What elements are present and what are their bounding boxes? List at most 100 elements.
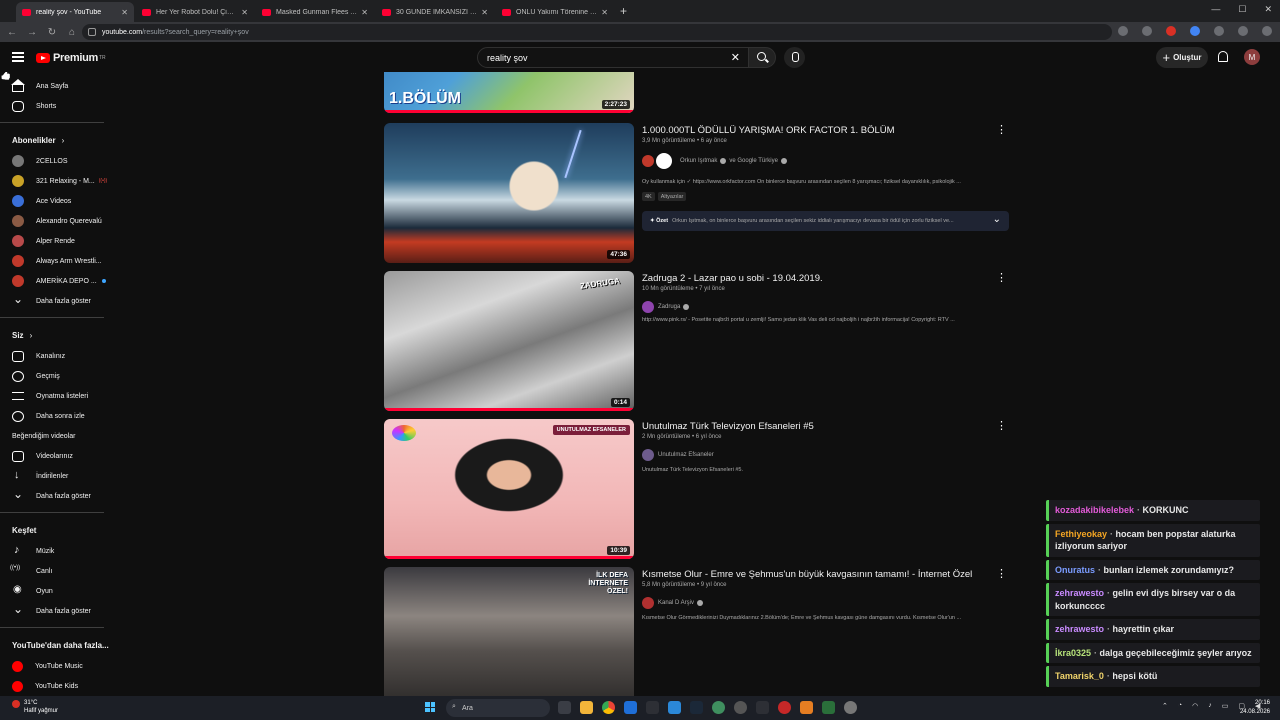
wifi-icon[interactable]: ◠ [1192,702,1198,710]
video-result[interactable]: UNUTULMAZ EFSANELER 10:39 Unutulmaz Türk… [384,419,1014,559]
channel-avatar[interactable] [642,301,654,313]
maximize-icon[interactable]: ☐ [1238,4,1246,15]
video-result[interactable]: 1.BÖLÜM 2:27:23 [384,72,1014,113]
video-title[interactable]: Unutulmaz Türk Televizyon Efsaneleri #5 [642,421,992,432]
speaker-icon[interactable]: ♪ [1208,702,1212,710]
sidebar-item-show-more[interactable]: Daha fazla göster [0,601,116,621]
browser-tab[interactable]: Masked Gunman Flees After B... ✕ [256,2,374,22]
close-tab-icon[interactable]: ✕ [481,8,488,17]
task-view-icon[interactable] [558,701,571,714]
app-icon[interactable] [822,701,835,714]
bookmark-star-icon[interactable] [1142,26,1152,36]
chevron-up-icon[interactable]: ⌃ [1162,702,1168,710]
video-result[interactable]: ZADRUGA 0:14 Zadruga 2 - Lazar pao u sob… [384,271,1014,411]
browser-tab[interactable]: Her Yer Robot Dolu! Çin'de Bir... ✕ [136,2,254,22]
channel-name[interactable]: Orkun Işıtmak [680,158,717,164]
edge-icon[interactable] [624,701,637,714]
sidebar-item-liked-videos[interactable]: Beğendiğim videolar [0,426,116,446]
site-info-icon[interactable] [88,28,96,36]
video-result[interactable]: İLK DEFA İNTERNETE ÖZEL! Kısmetse Olur -… [384,567,1014,696]
sidebar-item-show-more[interactable]: Daha fazla göster [0,486,116,506]
browser-tab[interactable]: reality şov - YouTube ✕ [16,2,134,22]
channel-name[interactable]: Unutulmaz Efsaneler [658,452,714,458]
sidebar-item-watch-later[interactable]: Daha sonra izle [0,406,116,426]
sidebar-item-subscription[interactable]: Always Arm Wrestli... [0,251,116,271]
extensions-puzzle-icon[interactable] [1214,26,1224,36]
video-thumbnail[interactable]: ZADRUGA 0:14 [384,271,634,411]
extension-icon[interactable] [1166,26,1176,36]
close-window-icon[interactable]: ✕ [1264,4,1272,15]
browser-tab[interactable]: ÖNLÜ Yakımı Törenine Katıldım ✕ [496,2,614,22]
channel-avatar[interactable] [642,597,654,609]
video-title[interactable]: Kısmetse Olur - Emre ve Şehmus'un büyük … [642,569,992,580]
video-thumbnail[interactable]: UNUTULMAZ EFSANELER 10:39 [384,419,634,559]
sidebar-item-downloads[interactable]: İndirilenler [0,466,116,486]
channel-name[interactable]: Kanal D Arşiv [658,600,694,606]
app-icon[interactable] [756,701,769,714]
more-actions-icon[interactable]: ⋮ [996,419,1007,432]
video-thumbnail[interactable]: İLK DEFA İNTERNETE ÖZEL! [384,567,634,696]
you-heading[interactable]: Siz › [0,324,116,346]
chevron-down-icon[interactable]: ⌄ [993,214,1001,225]
weather-widget[interactable]: 31°C Hafif yağmur [12,699,58,715]
sidebar-item-your-channel[interactable]: Kanalınız [0,346,116,366]
settings-gear-icon[interactable] [844,701,857,714]
channel-row[interactable]: Kanal D Arşiv [642,597,706,609]
video-title[interactable]: 1.000.000TL ÖDÜLLÜ YARIŞMA! ORK FACTOR 1… [642,125,992,136]
browser-menu-icon[interactable] [1262,26,1272,36]
close-tab-icon[interactable]: ✕ [601,8,608,17]
clear-search-icon[interactable]: ✕ [731,51,740,64]
search-input[interactable]: reality şov ✕ [477,47,749,68]
voice-search-icon[interactable] [784,47,805,68]
reload-icon[interactable]: ↻ [44,27,60,38]
channel-avatar[interactable] [642,449,654,461]
sidebar-item-your-videos[interactable]: Videolarınız [0,446,116,466]
create-button[interactable]: + Oluştur [1156,47,1208,68]
file-explorer-icon[interactable] [580,701,593,714]
more-actions-icon[interactable]: ⋮ [996,123,1007,136]
video-result[interactable]: 47:36 1.000.000TL ÖDÜLLÜ YARIŞMA! ORK FA… [384,123,1014,263]
browser-tab[interactable]: 30 GÜNDE İMKANSIZI BAŞARA... ✕ [376,2,494,22]
close-tab-icon[interactable]: ✕ [361,8,368,17]
record-icon[interactable] [778,701,791,714]
new-tab-icon[interactable]: + [620,4,627,18]
close-tab-icon[interactable]: ✕ [121,8,128,17]
sidebar-item-gaming[interactable]: Oyun [0,581,116,601]
sidebar-item-playlists[interactable]: Oynatma listeleri [0,386,116,406]
sidebar-item-subscription[interactable]: AMERİKA DEPO ... [0,271,116,291]
battery-icon[interactable]: ▭ [1222,702,1229,710]
channel-row[interactable]: Orkun Işıtmak ve Google Türkiye [642,153,790,169]
clock[interactable]: 20:16 24.08.2026 [1240,699,1270,717]
close-tab-icon[interactable]: ✕ [241,8,248,17]
profile-icon[interactable] [1238,26,1248,36]
sidebar-item-youtube-music[interactable]: YouTube Music [0,656,116,676]
search-button[interactable] [748,47,776,68]
more-actions-icon[interactable]: ⋮ [996,271,1007,284]
forward-icon[interactable]: → [24,27,40,38]
mail-icon[interactable] [668,701,681,714]
app-icon[interactable] [712,701,725,714]
channel-avatar[interactable] [642,155,654,167]
steam-icon[interactable] [690,701,703,714]
address-bar[interactable]: youtube.com/results?search_query=reality… [82,24,1112,40]
cast-icon[interactable] [1118,26,1128,36]
chrome-icon[interactable] [602,701,615,714]
video-thumbnail[interactable]: 1.BÖLÜM 2:27:23 [384,72,634,113]
network-icon[interactable]: ◔ [1178,702,1182,710]
sidebar-item-music[interactable]: Müzik [0,541,116,561]
sidebar-item-live[interactable]: Canlı [0,561,116,581]
start-menu-icon[interactable] [425,702,435,712]
app-icon[interactable] [734,701,747,714]
menu-icon[interactable] [12,52,24,64]
vlc-icon[interactable] [800,701,813,714]
channel-name[interactable]: Zadruga [658,304,680,310]
more-actions-icon[interactable]: ⋮ [996,567,1007,580]
channel-row[interactable]: Unutulmaz Efsaneler [642,449,714,461]
channel-row[interactable]: Zadruga [642,301,692,313]
sidebar-item-history[interactable]: Geçmiş [0,366,116,386]
video-title[interactable]: Zadruga 2 - Lazar pao u sobi - 19.04.201… [642,273,992,284]
sidebar-item-youtube-kids[interactable]: YouTube Kids [0,676,116,696]
youtube-premium-logo[interactable]: Premium TR [36,52,106,64]
sidebar-item-show-more[interactable]: Daha fazla göster [0,291,116,311]
sidebar-item-subscription[interactable]: Alexandro Querevalú [0,211,116,231]
